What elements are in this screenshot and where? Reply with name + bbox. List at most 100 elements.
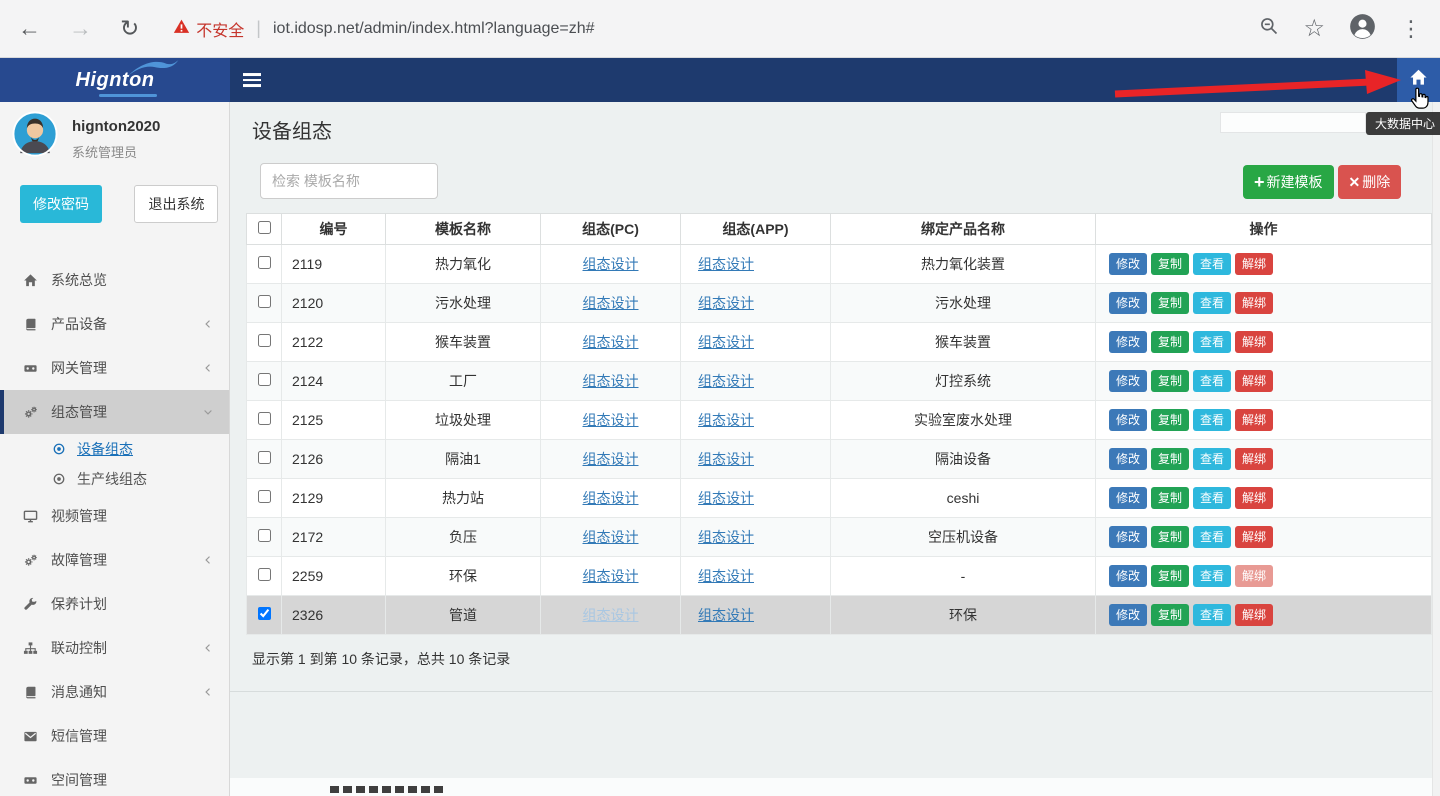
- copy-button[interactable]: 复制: [1151, 409, 1189, 431]
- table-row[interactable]: 2326管道组态设计组态设计环保修改复制查看解绑: [247, 596, 1432, 635]
- modify-button[interactable]: 修改: [1109, 253, 1147, 275]
- view-button[interactable]: 查看: [1193, 565, 1231, 587]
- bookmark-star-icon[interactable]: ☆: [1303, 14, 1325, 43]
- pc-config-link[interactable]: 组态设计: [583, 529, 639, 545]
- unbind-button[interactable]: 解绑: [1235, 526, 1273, 548]
- app-config-link[interactable]: 组态设计: [698, 529, 754, 545]
- table-row[interactable]: 2120污水处理组态设计组态设计污水处理修改复制查看解绑: [247, 284, 1432, 323]
- row-checkbox[interactable]: [258, 490, 271, 503]
- sidebar-item-system-overview[interactable]: 系统总览: [0, 258, 229, 302]
- table-row[interactable]: 2126隔油1组态设计组态设计隔油设备修改复制查看解绑: [247, 440, 1432, 479]
- modify-button[interactable]: 修改: [1109, 604, 1147, 626]
- browser-menu-icon[interactable]: ⋮: [1400, 16, 1422, 42]
- view-button[interactable]: 查看: [1193, 526, 1231, 548]
- sidebar-item-sms-management[interactable]: 短信管理: [0, 714, 229, 758]
- view-button[interactable]: 查看: [1193, 331, 1231, 353]
- sidebar-item-gateway-management[interactable]: 网关管理: [0, 346, 229, 390]
- table-row[interactable]: 2124工厂组态设计组态设计灯控系统修改复制查看解绑: [247, 362, 1432, 401]
- row-checkbox[interactable]: [258, 334, 271, 347]
- copy-button[interactable]: 复制: [1151, 526, 1189, 548]
- view-button[interactable]: 查看: [1193, 448, 1231, 470]
- logo[interactable]: Hignton: [0, 58, 230, 102]
- row-checkbox[interactable]: [258, 295, 271, 308]
- new-template-button[interactable]: + 新建模板: [1243, 165, 1334, 199]
- table-row[interactable]: 2129热力站组态设计组态设计ceshi修改复制查看解绑: [247, 479, 1432, 518]
- app-config-link[interactable]: 组态设计: [698, 490, 754, 506]
- copy-button[interactable]: 复制: [1151, 604, 1189, 626]
- app-config-link[interactable]: 组态设计: [698, 334, 754, 350]
- app-config-link[interactable]: 组态设计: [698, 607, 754, 623]
- select-all-checkbox[interactable]: [258, 221, 271, 234]
- pc-config-link[interactable]: 组态设计: [583, 256, 639, 272]
- sidebar-item-linkage-control[interactable]: 联动控制: [0, 626, 229, 670]
- logout-button[interactable]: 退出系统: [134, 185, 218, 223]
- hamburger-menu-icon[interactable]: [243, 70, 261, 90]
- view-button[interactable]: 查看: [1193, 292, 1231, 314]
- unbind-button[interactable]: 解绑: [1235, 253, 1273, 275]
- unbind-button[interactable]: 解绑: [1235, 565, 1273, 587]
- pc-config-link[interactable]: 组态设计: [583, 451, 639, 467]
- sidebar-item-configuration-management[interactable]: 组态管理: [0, 390, 229, 434]
- unbind-button[interactable]: 解绑: [1235, 292, 1273, 314]
- modify-button[interactable]: 修改: [1109, 487, 1147, 509]
- sidebar-item-space-management[interactable]: 空间管理: [0, 758, 229, 796]
- pc-config-link[interactable]: 组态设计: [583, 295, 639, 311]
- unbind-button[interactable]: 解绑: [1235, 487, 1273, 509]
- copy-button[interactable]: 复制: [1151, 487, 1189, 509]
- sidebar-subitem-production-line-configuration[interactable]: 生产线组态: [0, 464, 229, 494]
- back-icon[interactable]: ←: [18, 17, 41, 40]
- sidebar-item-message-notification[interactable]: 消息通知: [0, 670, 229, 714]
- table-row[interactable]: 2125垃圾处理组态设计组态设计实验室废水处理修改复制查看解绑: [247, 401, 1432, 440]
- modify-button[interactable]: 修改: [1109, 292, 1147, 314]
- unbind-button[interactable]: 解绑: [1235, 448, 1273, 470]
- table-row[interactable]: 2259环保组态设计组态设计-修改复制查看解绑: [247, 557, 1432, 596]
- site-security-indicator[interactable]: 不安全: [173, 17, 244, 41]
- modify-button[interactable]: 修改: [1109, 565, 1147, 587]
- unbind-button[interactable]: 解绑: [1235, 331, 1273, 353]
- table-row[interactable]: 2172负压组态设计组态设计空压机设备修改复制查看解绑: [247, 518, 1432, 557]
- user-avatar[interactable]: [12, 111, 58, 162]
- table-row[interactable]: 2122猴车装置组态设计组态设计猴车装置修改复制查看解绑: [247, 323, 1432, 362]
- pc-config-link[interactable]: 组态设计: [583, 412, 639, 428]
- pc-config-link[interactable]: 组态设计: [583, 490, 639, 506]
- row-checkbox[interactable]: [258, 607, 271, 620]
- big-data-center-home-button[interactable]: [1397, 58, 1440, 102]
- copy-button[interactable]: 复制: [1151, 448, 1189, 470]
- pc-config-link[interactable]: 组态设计: [583, 334, 639, 350]
- reload-icon[interactable]: ↻: [120, 17, 139, 40]
- zoom-out-icon[interactable]: [1259, 16, 1279, 41]
- unbind-button[interactable]: 解绑: [1235, 370, 1273, 392]
- modify-button[interactable]: 修改: [1109, 331, 1147, 353]
- row-checkbox[interactable]: [258, 412, 271, 425]
- sidebar-item-fault-management[interactable]: 故障管理: [0, 538, 229, 582]
- template-search-input[interactable]: [260, 163, 438, 199]
- copy-button[interactable]: 复制: [1151, 331, 1189, 353]
- pc-config-link[interactable]: 组态设计: [583, 373, 639, 389]
- modify-button[interactable]: 修改: [1109, 526, 1147, 548]
- app-config-link[interactable]: 组态设计: [698, 568, 754, 584]
- app-config-link[interactable]: 组态设计: [698, 412, 754, 428]
- copy-button[interactable]: 复制: [1151, 565, 1189, 587]
- unbind-button[interactable]: 解绑: [1235, 604, 1273, 626]
- app-config-link[interactable]: 组态设计: [698, 373, 754, 389]
- sidebar-item-product-device[interactable]: 产品设备: [0, 302, 229, 346]
- forward-icon[interactable]: →: [69, 17, 92, 40]
- app-config-link[interactable]: 组态设计: [698, 295, 754, 311]
- modify-button[interactable]: 修改: [1109, 370, 1147, 392]
- change-password-button[interactable]: 修改密码: [20, 185, 102, 223]
- sidebar-subitem-device-configuration[interactable]: 设备组态: [0, 434, 229, 464]
- view-button[interactable]: 查看: [1193, 604, 1231, 626]
- view-button[interactable]: 查看: [1193, 370, 1231, 392]
- unbind-button[interactable]: 解绑: [1235, 409, 1273, 431]
- copy-button[interactable]: 复制: [1151, 370, 1189, 392]
- row-checkbox[interactable]: [258, 568, 271, 581]
- row-checkbox[interactable]: [258, 451, 271, 464]
- row-checkbox[interactable]: [258, 373, 271, 386]
- copy-button[interactable]: 复制: [1151, 253, 1189, 275]
- scrollbar[interactable]: [1432, 102, 1440, 796]
- app-config-link[interactable]: 组态设计: [698, 451, 754, 467]
- sidebar-item-video-management[interactable]: 视频管理: [0, 494, 229, 538]
- sidebar-item-maintenance-plan[interactable]: 保养计划: [0, 582, 229, 626]
- modify-button[interactable]: 修改: [1109, 448, 1147, 470]
- delete-button[interactable]: ✕ 删除: [1338, 165, 1402, 199]
